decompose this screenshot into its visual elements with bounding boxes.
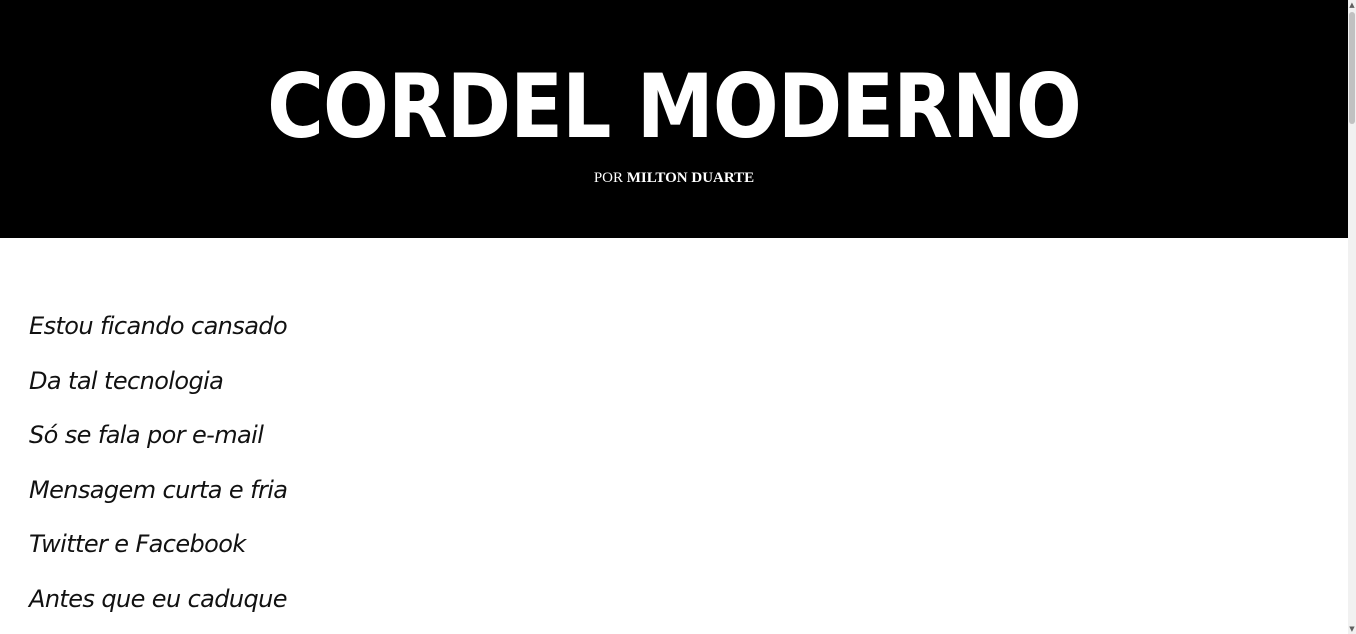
verse-line: Twitter e Facebook (29, 530, 246, 559)
verse-line: Estou ficando cansado (29, 312, 288, 340)
site-header: CORDEL MODERNO POR MILTON DUARTE (0, 0, 1348, 238)
byline-prefix: POR (593, 170, 627, 186)
verse-line: Mensagem curta e fria (29, 475, 288, 504)
vertical-scrollbar[interactable]: ▲ ▼ (1348, 0, 1356, 634)
verse-line: Antes que eu caduque (29, 584, 288, 613)
site-title: CORDEL MODERNO (267, 55, 1082, 158)
chevron-down-icon[interactable]: ▼ (1348, 624, 1356, 634)
byline: POR MILTON DUARTE (0, 169, 1348, 187)
scrollbar-thumb[interactable] (1349, 12, 1355, 124)
verse-line: Só se fala por e-mail (29, 421, 264, 450)
poem-verses: Estou ficando cansado Da tal tecnologia … (29, 312, 288, 634)
verse-line: Da tal tecnologia (29, 366, 224, 395)
chevron-up-icon[interactable]: ▲ (1348, 0, 1356, 10)
author-name: MILTON DUARTE (626, 170, 755, 186)
page: CORDEL MODERNO POR MILTON DUARTE Estou f… (0, 0, 1348, 634)
